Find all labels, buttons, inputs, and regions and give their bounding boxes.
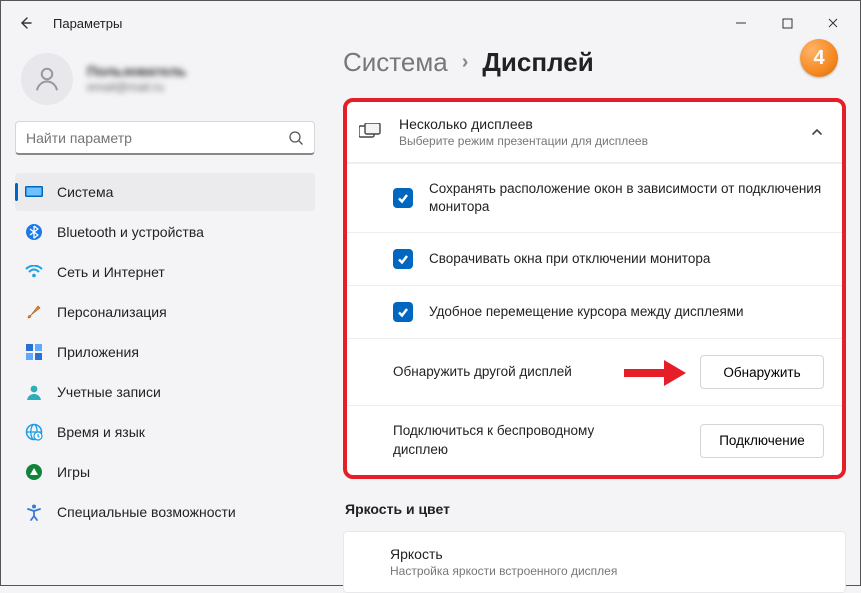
sidebar-item-label: Персонализация bbox=[57, 304, 167, 320]
sidebar-item-accounts[interactable]: Учетные записи bbox=[15, 373, 315, 411]
page-title: Дисплей bbox=[482, 47, 593, 78]
checkbox-checked[interactable] bbox=[393, 188, 413, 208]
wireless-row: Подключиться к беспроводному дисплею Под… bbox=[347, 405, 842, 474]
search-field[interactable] bbox=[26, 130, 288, 146]
search-input[interactable] bbox=[15, 121, 315, 155]
displays-icon bbox=[359, 123, 381, 141]
apps-icon bbox=[25, 343, 43, 361]
sidebar-item-gaming[interactable]: Игры bbox=[15, 453, 315, 491]
accessibility-icon bbox=[25, 503, 43, 521]
annotation-arrow bbox=[624, 360, 684, 384]
sidebar-item-label: Специальные возможности bbox=[57, 504, 236, 520]
wifi-icon bbox=[25, 263, 43, 281]
close-button[interactable] bbox=[810, 3, 856, 43]
sidebar-item-personalization[interactable]: Персонализация bbox=[15, 293, 315, 331]
chevron-right-icon: › bbox=[462, 51, 469, 74]
checkbox-checked[interactable] bbox=[393, 249, 413, 269]
panel-header[interactable]: Несколько дисплеев Выберите режим презен… bbox=[347, 102, 842, 163]
titlebar: Параметры bbox=[1, 1, 860, 45]
connect-button[interactable]: Подключение bbox=[700, 424, 824, 458]
sidebar-item-system[interactable]: Система bbox=[15, 173, 315, 211]
window-title: Параметры bbox=[53, 16, 122, 31]
sidebar-item-label: Учетные записи bbox=[57, 384, 161, 400]
sidebar: Пользователь email@mail.ru Система Bluet… bbox=[15, 45, 315, 585]
detect-row: Обнаружить другой дисплей Обнаружить bbox=[347, 338, 842, 405]
sidebar-item-label: Приложения bbox=[57, 344, 139, 360]
breadcrumb: Система › Дисплей bbox=[343, 47, 846, 78]
sidebar-item-label: Время и язык bbox=[57, 424, 145, 440]
step-badge: 4 bbox=[800, 39, 838, 77]
account-text: Пользователь email@mail.ru bbox=[87, 62, 186, 96]
maximize-button[interactable] bbox=[764, 3, 810, 43]
checkbox-row-remember-layout[interactable]: Сохранять расположение окон в зависимост… bbox=[347, 163, 842, 232]
system-icon bbox=[25, 183, 43, 201]
multiple-displays-panel: Несколько дисплеев Выберите режим презен… bbox=[343, 98, 846, 479]
nav: Система Bluetooth и устройства Сеть и Ин… bbox=[15, 173, 315, 531]
sidebar-item-accessibility[interactable]: Специальные возможности bbox=[15, 493, 315, 531]
brush-icon bbox=[25, 303, 43, 321]
panel-subtitle: Выберите режим презентации для дисплеев bbox=[399, 134, 792, 148]
gaming-icon bbox=[25, 463, 43, 481]
user-icon bbox=[25, 383, 43, 401]
back-button[interactable] bbox=[9, 7, 41, 39]
breadcrumb-root[interactable]: Система bbox=[343, 47, 448, 78]
search-icon bbox=[288, 130, 304, 146]
sidebar-item-label: Игры bbox=[57, 464, 90, 480]
sidebar-item-label: Система bbox=[57, 184, 113, 200]
account-block[interactable]: Пользователь email@mail.ru bbox=[15, 45, 315, 121]
detect-button[interactable]: Обнаружить bbox=[700, 355, 824, 389]
panel-title: Несколько дисплеев bbox=[399, 116, 792, 132]
checkbox-checked[interactable] bbox=[393, 302, 413, 322]
main: 4 Система › Дисплей Несколько дисплеев В… bbox=[343, 45, 846, 585]
checkbox-row-minimize-on-disconnect[interactable]: Сворачивать окна при отключении монитора bbox=[347, 232, 842, 285]
brightness-card[interactable]: Яркость Настройка яркости встроенного ди… bbox=[343, 531, 846, 593]
avatar bbox=[21, 53, 73, 105]
sidebar-item-label: Сеть и Интернет bbox=[57, 264, 165, 280]
section-brightness-color: Яркость и цвет bbox=[345, 501, 846, 517]
sidebar-item-label: Bluetooth и устройства bbox=[57, 224, 204, 240]
bluetooth-icon bbox=[25, 223, 43, 241]
sidebar-item-bluetooth[interactable]: Bluetooth и устройства bbox=[15, 213, 315, 251]
globe-icon bbox=[25, 423, 43, 441]
chevron-up-icon[interactable] bbox=[810, 125, 824, 139]
sidebar-item-network[interactable]: Сеть и Интернет bbox=[15, 253, 315, 291]
sidebar-item-apps[interactable]: Приложения bbox=[15, 333, 315, 371]
sidebar-item-time-language[interactable]: Время и язык bbox=[15, 413, 315, 451]
minimize-button[interactable] bbox=[718, 3, 764, 43]
checkbox-row-cursor-ease[interactable]: Удобное перемещение курсора между диспле… bbox=[347, 285, 842, 338]
